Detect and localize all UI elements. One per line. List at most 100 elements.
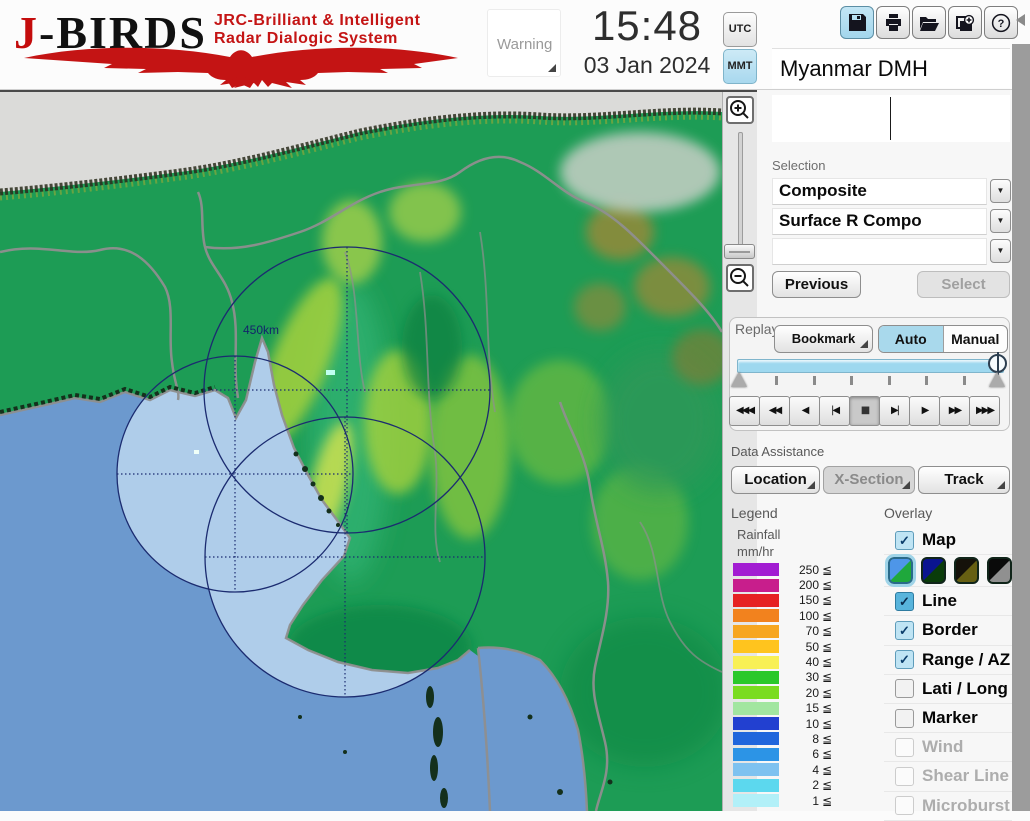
overlay-item-range-az[interactable]: ✓ Range / AZ: [884, 646, 1012, 675]
legend-comparator: ≦: [822, 762, 833, 777]
checkbox-unchecked[interactable]: [895, 737, 914, 757]
bookmark-button[interactable]: Bookmark: [774, 325, 873, 353]
print-icon: [885, 14, 901, 31]
legend-value: 8: [812, 731, 819, 746]
zoom-in-button[interactable]: [726, 96, 754, 124]
legend-comparator: ≦: [822, 685, 833, 700]
chevron-down-icon: ▼: [996, 246, 1005, 255]
site-name-field[interactable]: Myanmar DMH: [772, 48, 1010, 88]
checkbox-checked[interactable]: ✓: [895, 620, 914, 640]
legend-value: 30: [805, 670, 819, 685]
overlay-item-label: Microburst: [922, 795, 1010, 815]
legend-row: 1 ≦: [733, 793, 858, 808]
overlay-item-map[interactable]: ✓ Map: [884, 526, 1012, 556]
add-image-button[interactable]: [948, 6, 982, 39]
replay-slider-tick: [775, 376, 778, 385]
eagle-logo-icon: [24, 47, 458, 88]
forward-fast-button[interactable]: ▶▶▶: [969, 396, 1000, 426]
skip-end-button[interactable]: ▶|: [879, 396, 910, 426]
legend-comparator: ≦: [822, 624, 833, 639]
forward-button[interactable]: ▶▶: [939, 396, 970, 426]
window-edge-strip: [1012, 44, 1030, 811]
checkbox-unchecked[interactable]: [895, 796, 914, 816]
legend-comparator: ≦: [822, 562, 833, 577]
skip-start-button[interactable]: |◀: [819, 396, 850, 426]
timezone-utc-button[interactable]: UTC: [723, 12, 757, 47]
checkbox-unchecked[interactable]: [895, 766, 914, 786]
replay-slider-handle[interactable]: [988, 352, 1007, 375]
replay-mode-manual[interactable]: Manual: [942, 326, 1008, 352]
map-style-swatch-1[interactable]: [885, 554, 916, 588]
toolbar: ?: [840, 6, 1018, 39]
overlay-item-lati-long[interactable]: Lati / Long: [884, 675, 1012, 704]
clock-time: 15:48: [591, 2, 703, 49]
play-reverse-button[interactable]: ◀: [789, 396, 820, 426]
map-style-swatch-3[interactable]: [954, 557, 979, 585]
legend-comparator: ≦: [822, 731, 833, 746]
checkbox-unchecked[interactable]: [895, 679, 914, 699]
legend-value: 150: [798, 593, 819, 608]
print-button[interactable]: [876, 6, 910, 39]
save-button[interactable]: [840, 6, 874, 39]
zoom-out-button[interactable]: [726, 264, 754, 292]
panel-collapse-arrow-icon[interactable]: [1016, 14, 1025, 26]
rewind-button[interactable]: ◀◀: [759, 396, 790, 426]
legend-title-line2: mm/hr: [737, 544, 774, 559]
data-assistance-x-section-button[interactable]: X-Section: [823, 466, 915, 494]
legend-comparator: ≦: [822, 593, 833, 608]
legend-row: 4 ≦: [733, 762, 858, 777]
product-dropdown-3[interactable]: [772, 238, 987, 265]
overlay-item-label: Shear Line: [922, 766, 1009, 786]
overlay-item-marker[interactable]: Marker: [884, 704, 1012, 734]
product-dropdown-2-arrow[interactable]: ▼: [990, 209, 1011, 233]
checkbox-checked[interactable]: ✓: [895, 650, 914, 670]
zoom-slider-track[interactable]: [738, 132, 743, 258]
overlay-item-microburst[interactable]: Microburst: [884, 792, 1012, 821]
radar-map[interactable]: 450km: [0, 92, 732, 812]
overlay-item-border[interactable]: ✓ Border: [884, 616, 1012, 646]
legend-color-swatch: [733, 624, 779, 638]
legend-comparator: ≦: [822, 608, 833, 623]
overlay-item-line[interactable]: ✓ Line: [884, 587, 1012, 617]
product-dropdown-3-arrow[interactable]: ▼: [990, 239, 1011, 263]
overlay-item-wind[interactable]: Wind: [884, 733, 1012, 763]
legend-color-swatch: [733, 563, 779, 577]
checkbox-checked[interactable]: ✓: [895, 530, 914, 550]
timezone-mmt-button[interactable]: MMT: [723, 49, 757, 84]
product-dropdown-1-arrow[interactable]: ▼: [990, 179, 1011, 203]
replay-label: Replay: [735, 321, 779, 337]
data-assistance-label: Data Assistance: [731, 444, 825, 459]
map-style-swatch-2[interactable]: [921, 557, 946, 585]
product-dropdown-1[interactable]: Composite: [772, 178, 987, 205]
product-dropdown-2[interactable]: Surface R Compo: [772, 208, 987, 235]
replay-range-start-marker[interactable]: [731, 372, 747, 387]
data-assistance-track-button[interactable]: Track: [918, 466, 1010, 494]
select-button[interactable]: Select: [917, 271, 1010, 298]
legend-value: 4: [812, 762, 819, 777]
legend-row: 70 ≦: [733, 624, 858, 639]
checkbox-unchecked[interactable]: [895, 708, 914, 728]
replay-mode-auto[interactable]: Auto: [879, 326, 943, 352]
replay-slider-tick: [850, 376, 853, 385]
overlay-item-label: Lati / Long: [922, 678, 1008, 698]
legend-value: 6: [812, 747, 819, 762]
play-button[interactable]: ▶: [909, 396, 940, 426]
rewind-fast-button[interactable]: ◀◀◀: [729, 396, 760, 426]
legend-comparator: ≦: [822, 701, 833, 716]
map-style-swatch-4[interactable]: [987, 557, 1012, 585]
warning-button[interactable]: Warning: [487, 9, 561, 77]
open-file-button[interactable]: [912, 6, 946, 39]
zoom-slider-handle[interactable]: [724, 244, 755, 259]
overlay-item-label: Map: [922, 530, 956, 550]
previous-button[interactable]: Previous: [772, 271, 861, 298]
playback-controls: ◀◀◀ ◀◀ ◀ |◀ ■ ▶| ▶ ▶▶ ▶▶▶: [729, 396, 1000, 426]
legend-color-swatch: [733, 778, 779, 792]
legend-row: 40 ≦: [733, 654, 858, 669]
checkbox-checked[interactable]: ✓: [895, 591, 914, 611]
replay-slider-track[interactable]: [737, 359, 1004, 373]
stop-button[interactable]: ■: [849, 396, 880, 426]
replay-range-end-marker[interactable]: [989, 372, 1005, 387]
help-button[interactable]: ?: [984, 6, 1018, 39]
overlay-item-shear-line[interactable]: Shear Line: [884, 762, 1012, 792]
data-assistance-location-button[interactable]: Location: [731, 466, 820, 494]
